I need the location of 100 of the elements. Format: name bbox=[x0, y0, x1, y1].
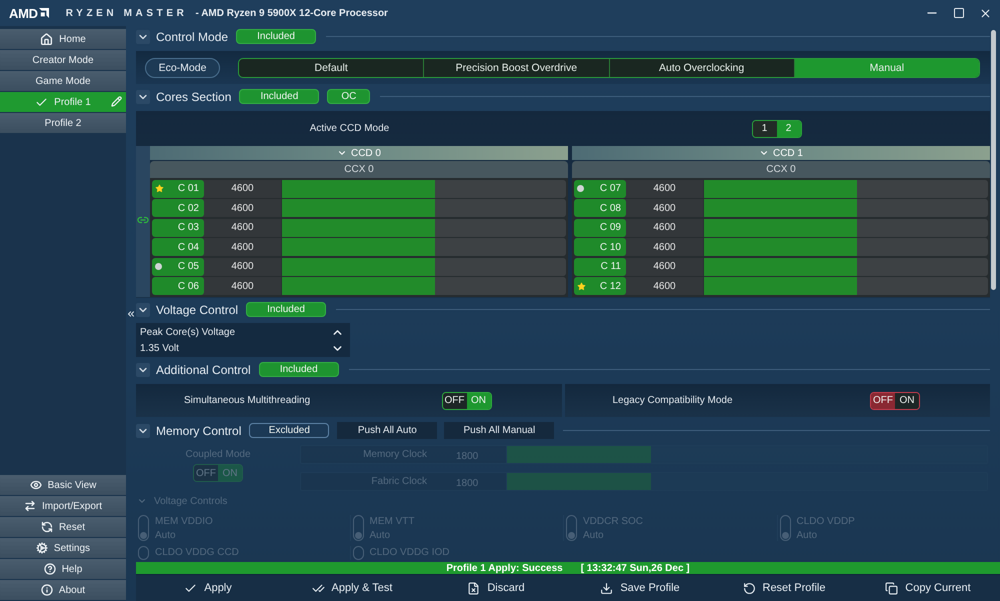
app-name: RYZEN MASTER bbox=[66, 8, 188, 18]
core-tag[interactable]: C 05 bbox=[152, 258, 204, 276]
status-timestamp: [ 13:32:47 Sun,26 Dec ] bbox=[580, 562, 690, 574]
setting-label: Simultaneous Multithreading bbox=[184, 395, 310, 406]
sidebar-item[interactable]: Game Mode bbox=[0, 71, 126, 91]
frequency-slider[interactable] bbox=[281, 258, 566, 276]
pencil-icon[interactable] bbox=[111, 96, 122, 107]
sidebar-item[interactable]: About bbox=[0, 580, 126, 600]
voltage-value: 1.35 Volt bbox=[140, 342, 179, 354]
ccd-header[interactable]: CCD 1 bbox=[572, 146, 990, 160]
status-badge[interactable]: Included bbox=[246, 302, 326, 317]
core-tag[interactable]: C 12 bbox=[574, 277, 626, 295]
sidebar-item[interactable]: Profile 2 bbox=[0, 113, 126, 133]
toolbar-button[interactable]: Save Profile bbox=[600, 575, 680, 601]
core-name: C 02 bbox=[178, 202, 199, 214]
toolbar-button[interactable]: Copy Current bbox=[885, 575, 971, 601]
frequency-slider[interactable] bbox=[281, 218, 566, 236]
sidebar-item[interactable]: Creator Mode bbox=[0, 50, 126, 70]
frequency-slider[interactable] bbox=[703, 180, 988, 198]
core-name: C 09 bbox=[600, 222, 621, 233]
core-tag[interactable]: C 01 bbox=[152, 180, 204, 198]
sidebar-item[interactable]: Help bbox=[0, 559, 126, 579]
switch-segment[interactable]: OFF bbox=[871, 392, 895, 408]
frequency-slider[interactable] bbox=[703, 277, 988, 295]
core-name: C 03 bbox=[178, 222, 199, 233]
toolbar-button[interactable]: Reset Profile bbox=[742, 575, 826, 601]
maximize-icon[interactable] bbox=[953, 7, 965, 19]
switch-segment[interactable]: OFF bbox=[442, 392, 466, 408]
core-tag[interactable]: C 09 bbox=[574, 218, 626, 236]
mode-tab[interactable]: Default bbox=[239, 58, 424, 76]
status-badge[interactable]: OC bbox=[327, 89, 370, 104]
core-tag[interactable]: C 08 bbox=[574, 199, 626, 217]
frequency-value: 4600 bbox=[653, 183, 676, 194]
frequency-slider[interactable] bbox=[281, 199, 566, 217]
frequency-value: 4600 bbox=[653, 222, 676, 233]
core-name: C 05 bbox=[178, 261, 199, 272]
core-name: C 10 bbox=[600, 242, 621, 252]
toggle-icon[interactable] bbox=[138, 546, 149, 560]
voltage-label: Peak Core(s) Voltage bbox=[140, 326, 236, 338]
core-name: C 12 bbox=[600, 280, 621, 292]
expand-button[interactable] bbox=[136, 362, 150, 376]
frequency-value: 4600 bbox=[653, 280, 676, 292]
frequency-value: 4600 bbox=[231, 202, 254, 214]
frequency-slider[interactable] bbox=[281, 277, 566, 295]
toolbar-button[interactable]: Discard bbox=[467, 575, 525, 601]
check-icon bbox=[184, 582, 198, 594]
toolbar-button[interactable]: Apply & Test bbox=[312, 575, 392, 601]
ccd-header[interactable]: CCD 0 bbox=[150, 146, 568, 160]
toggle-icon[interactable] bbox=[566, 515, 577, 541]
expand-button[interactable] bbox=[136, 90, 150, 104]
core-tag[interactable]: C 03 bbox=[152, 218, 204, 236]
check-icon bbox=[35, 96, 48, 108]
frequency-value: 4600 bbox=[653, 202, 676, 214]
status-badge[interactable]: Included bbox=[236, 29, 316, 44]
sidebar-item[interactable]: Basic View bbox=[0, 475, 126, 495]
toggle-icon[interactable] bbox=[780, 515, 790, 541]
setting-label: Legacy Compatibility Mode bbox=[612, 395, 733, 406]
eco-mode-button[interactable]: Eco-Mode bbox=[145, 58, 220, 78]
scrollbar-thumb[interactable] bbox=[991, 30, 996, 290]
core-tag[interactable]: C 04 bbox=[152, 238, 204, 256]
frequency-value: 4600 bbox=[231, 222, 254, 233]
off-on-switch[interactable]: OFF ON bbox=[442, 392, 492, 410]
toolbar-button[interactable]: Apply bbox=[184, 575, 232, 601]
sidebar-item[interactable]: Settings bbox=[0, 538, 126, 558]
frequency-slider[interactable] bbox=[703, 218, 988, 236]
frequency-value: 4600 bbox=[653, 242, 676, 252]
sidebar-item[interactable]: Reset bbox=[0, 517, 126, 537]
toggle-icon[interactable] bbox=[352, 515, 364, 541]
copy-icon bbox=[885, 582, 898, 594]
transfer-icon bbox=[24, 500, 36, 512]
frequency-value: 4600 bbox=[231, 280, 254, 292]
close-icon[interactable] bbox=[979, 6, 992, 20]
frequency-slider[interactable] bbox=[703, 199, 988, 217]
mode-tab[interactable]: Precision Boost Overdrive bbox=[423, 58, 608, 76]
core-tag[interactable]: C 06 bbox=[152, 277, 204, 295]
off-on-switch[interactable]: OFF ON bbox=[870, 392, 920, 410]
frequency-slider[interactable] bbox=[703, 258, 988, 276]
core-name: C 08 bbox=[600, 202, 621, 214]
core-tag[interactable]: C 07 bbox=[574, 180, 626, 198]
frequency-slider[interactable] bbox=[703, 238, 988, 256]
core-tag[interactable]: C 10 bbox=[574, 238, 626, 256]
toggle-icon[interactable] bbox=[352, 546, 364, 560]
ccd-option[interactable]: 1 bbox=[752, 120, 776, 136]
sidebar-item[interactable]: Home bbox=[0, 29, 126, 49]
frequency-value: 4600 bbox=[231, 261, 254, 272]
core-tag[interactable]: C 11 bbox=[574, 258, 626, 276]
frequency-slider[interactable] bbox=[281, 180, 566, 198]
info-icon bbox=[40, 584, 53, 596]
status-badge[interactable]: Included bbox=[258, 362, 339, 377]
expand-button[interactable] bbox=[136, 302, 150, 316]
status-badge[interactable]: Included bbox=[239, 89, 320, 104]
section-title: Voltage Control bbox=[156, 302, 238, 316]
status-message: Profile 1 Apply: Success bbox=[446, 562, 563, 574]
core-tag[interactable]: C 02 bbox=[152, 199, 204, 217]
toggle-icon[interactable] bbox=[138, 515, 149, 541]
voltage-stepper[interactable]: Peak Core(s) Voltage 1.35 Volt bbox=[136, 323, 350, 357]
frequency-slider[interactable] bbox=[281, 238, 566, 256]
sidebar-item[interactable]: Import/Export bbox=[0, 496, 126, 516]
link-icon[interactable] bbox=[137, 214, 149, 226]
expand-button[interactable] bbox=[136, 30, 150, 44]
